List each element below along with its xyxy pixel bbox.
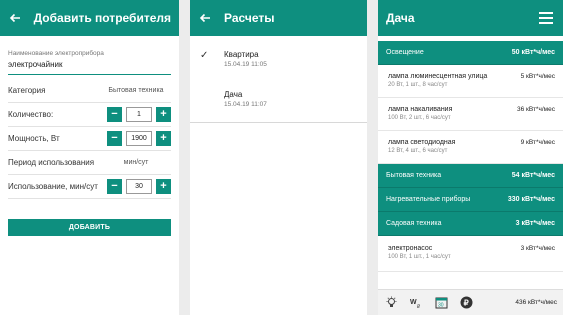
power-stepper: − 1900 +	[107, 131, 171, 146]
name-field-label: Наименование электроприбора	[8, 50, 104, 57]
calendar-day: 30	[438, 303, 444, 309]
watt-price-icon[interactable]: W ₽	[409, 296, 423, 310]
quantity-row: Количество: − 1 +	[8, 103, 171, 127]
category-select[interactable]: Бытовая техника	[101, 87, 171, 94]
category-header-garden[interactable]: Садовая техника 3 кВт*ч/мес	[378, 212, 563, 236]
usage-plus-button[interactable]: +	[156, 179, 171, 194]
item-value: 9 кВт*ч/мес	[520, 139, 555, 146]
power-plus-button[interactable]: +	[156, 131, 171, 146]
item-detail: 20 Вт, 1 шт., 8 час/сут	[388, 82, 448, 88]
consumer-form: Наименование электроприбора электрочайни…	[0, 50, 179, 199]
usage-minus-button[interactable]: −	[107, 179, 122, 194]
page-title: Добавить потребителя	[33, 11, 171, 25]
app-bar: Дача	[378, 0, 563, 36]
check-icon: ✓	[200, 50, 209, 61]
item-detail: 100 Вт, 1 шт., 1 час/сут	[388, 254, 451, 260]
power-input[interactable]: 1900	[126, 131, 152, 146]
lightbulb-icon[interactable]	[384, 296, 398, 310]
item-detail: 12 Вт, 4 шт., 6 час/сут	[388, 148, 448, 154]
usage-label: Использование, мин/сут	[8, 182, 98, 191]
category-value: 54 кВт*ч/мес	[511, 172, 555, 179]
period-label: Период использования	[8, 158, 95, 167]
category-name: Садовая техника	[386, 220, 442, 227]
bottom-toolbar: W ₽ 30 ₽ 436 кВт*ч/мес	[378, 289, 563, 315]
item-detail: 100 Вт, 2 шт., 6 час/сут	[388, 115, 451, 121]
total-consumption: 436 кВт*ч/мес	[515, 299, 557, 306]
category-header-lighting[interactable]: Освещение 50 кВт*ч/мес	[378, 41, 563, 65]
calculation-name: Дача	[224, 90, 243, 99]
item-value: 3 кВт*ч/мес	[520, 245, 555, 252]
add-consumer-screen: Добавить потребителя Наименование электр…	[0, 0, 179, 315]
quantity-plus-button[interactable]: +	[156, 107, 171, 122]
page-title: Дача	[386, 11, 415, 25]
list-item[interactable]: лампа накаливания 100 Вт, 2 шт., 6 час/с…	[378, 98, 563, 131]
back-arrow-icon[interactable]	[8, 11, 22, 25]
back-arrow-icon[interactable]	[198, 11, 212, 25]
quantity-label: Количество:	[8, 110, 54, 119]
list-item[interactable]: электронасос 100 Вт, 1 шт., 1 час/сут 3 …	[378, 236, 563, 272]
list-item[interactable]: лампа люминесцентная улица 20 Вт, 1 шт.,…	[378, 65, 563, 98]
menu-icon[interactable]	[539, 12, 553, 24]
usage-stepper: − 30 +	[107, 179, 171, 194]
power-minus-button[interactable]: −	[107, 131, 122, 146]
app-bar: Добавить потребителя	[0, 0, 179, 36]
screen-gap	[367, 0, 378, 315]
quantity-input[interactable]: 1	[126, 107, 152, 122]
power-row: Мощность, Вт − 1900 +	[8, 127, 171, 151]
usage-input[interactable]: 30	[126, 179, 152, 194]
calculation-date: 15.04.19 11:05	[224, 61, 267, 68]
calculations-screen: Расчеты ✓ Квартира 15.04.19 11:05 Дача 1…	[190, 0, 367, 315]
ruble-icon[interactable]: ₽	[459, 296, 473, 310]
category-value: 50 кВт*ч/мес	[511, 49, 555, 56]
item-value: 5 кВт*ч/мес	[520, 73, 555, 80]
list-item[interactable]: ✓ Квартира 15.04.19 11:05	[190, 36, 367, 76]
period-row[interactable]: Период использования мин/сут	[8, 151, 171, 175]
name-field[interactable]: электрочайник	[8, 60, 171, 75]
dacha-screen: Дача Освещение 50 кВт*ч/мес лампа люмине…	[378, 0, 563, 315]
category-name: Бытовая техника	[386, 172, 442, 179]
category-header-appliances[interactable]: Бытовая техника 54 кВт*ч/мес	[378, 164, 563, 188]
calculation-date: 15.04.19 11:07	[224, 101, 267, 108]
svg-text:₽: ₽	[417, 304, 421, 309]
calculations-list: ✓ Квартира 15.04.19 11:05 Дача 15.04.19 …	[190, 36, 367, 123]
category-header-heating[interactable]: Нагревательные приборы 330 кВт*ч/мес	[378, 188, 563, 212]
screen-gap	[179, 0, 190, 315]
app-bar: Расчеты	[190, 0, 367, 36]
svg-text:₽: ₽	[463, 298, 468, 307]
add-button[interactable]: ДОБАВИТЬ	[8, 219, 171, 236]
category-name: Освещение	[386, 49, 424, 56]
page-title: Расчеты	[224, 11, 275, 25]
list-item[interactable]: Дача 15.04.19 11:07	[190, 76, 367, 116]
power-label: Мощность, Вт	[8, 134, 60, 143]
category-row[interactable]: Категория Бытовая техника	[8, 79, 171, 103]
category-value: 3 кВт*ч/мес	[515, 220, 555, 227]
category-value: 330 кВт*ч/мес	[507, 196, 555, 203]
check-placeholder	[200, 90, 224, 116]
quantity-minus-button[interactable]: −	[107, 107, 122, 122]
quantity-stepper: − 1 +	[107, 107, 171, 122]
usage-row: Использование, мин/сут − 30 +	[8, 175, 171, 199]
item-value: 36 кВт*ч/мес	[516, 106, 555, 113]
list-item[interactable]: лампа светодиодная 12 Вт, 4 шт., 6 час/с…	[378, 131, 563, 164]
category-name: Нагревательные приборы	[386, 196, 471, 203]
svg-text:W: W	[410, 299, 417, 306]
category-label: Категория	[8, 86, 46, 95]
period-select[interactable]: мин/сут	[101, 159, 171, 166]
calendar-30-icon[interactable]: 30	[434, 296, 448, 310]
calculation-name: Квартира	[224, 50, 259, 59]
